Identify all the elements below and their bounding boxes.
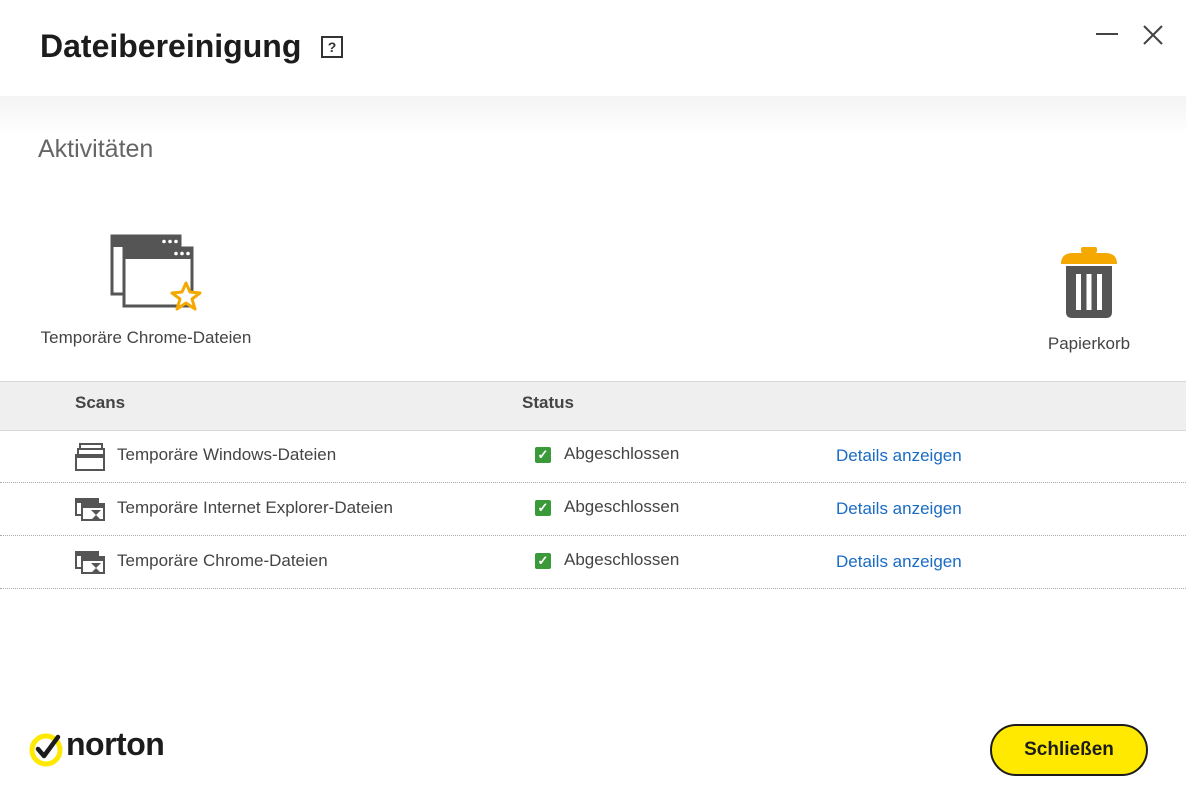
activity-label: Papierkorb (1047, 334, 1131, 353)
table-row: Temporäre Windows-Dateien ✓ Abgeschlosse… (0, 430, 1186, 483)
scan-status: Abgeschlossen (564, 497, 680, 516)
check-icon: ✓ (535, 553, 551, 569)
close-window-button[interactable] (1140, 22, 1166, 48)
browser-windows-star-icon (110, 234, 202, 311)
browser-hourglass-icon (75, 551, 105, 574)
norton-brand: norton (66, 726, 165, 762)
details-link[interactable]: Details anzeigen (836, 552, 962, 572)
column-header-status: Status (522, 393, 574, 412)
title-bar: Dateibereinigung ? (0, 0, 1186, 96)
scan-status: Abgeschlossen (564, 444, 680, 463)
table-row: Temporäre Internet Explorer-Dateien ✓ Ab… (0, 483, 1186, 536)
minimize-icon (1096, 33, 1118, 35)
minimize-button[interactable] (1094, 22, 1120, 48)
table-row: Temporäre Chrome-Dateien ✓ Abgeschlossen… (0, 536, 1186, 589)
close-icon (1143, 25, 1163, 45)
browser-hourglass-icon (75, 498, 105, 521)
column-header-scans: Scans (75, 393, 126, 412)
scan-name: Temporäre Internet Explorer-Dateien (117, 498, 393, 517)
table-header: Scans Status (0, 381, 1186, 431)
window-title: Dateibereinigung (40, 28, 302, 64)
close-button[interactable]: Schließen (990, 724, 1148, 776)
section-title: Aktivitäten (38, 135, 154, 163)
scan-status: Abgeschlossen (564, 550, 680, 569)
windows-files-icon (75, 443, 105, 471)
activity-trash: Papierkorb (1040, 246, 1138, 354)
check-icon: ✓ (535, 500, 551, 516)
details-link[interactable]: Details anzeigen (836, 499, 962, 519)
norton-check-icon (29, 733, 63, 767)
details-link[interactable]: Details anzeigen (836, 446, 962, 466)
norton-logo: norton (28, 726, 188, 770)
activity-chrome: Temporäre Chrome-Dateien (40, 234, 252, 348)
scan-name: Temporäre Chrome-Dateien (117, 551, 328, 570)
activity-label: Temporäre Chrome-Dateien (40, 328, 252, 347)
scan-name: Temporäre Windows-Dateien (117, 445, 337, 464)
trash-bin-icon (1061, 247, 1117, 318)
help-icon[interactable]: ? (321, 36, 343, 58)
check-icon: ✓ (535, 447, 551, 463)
